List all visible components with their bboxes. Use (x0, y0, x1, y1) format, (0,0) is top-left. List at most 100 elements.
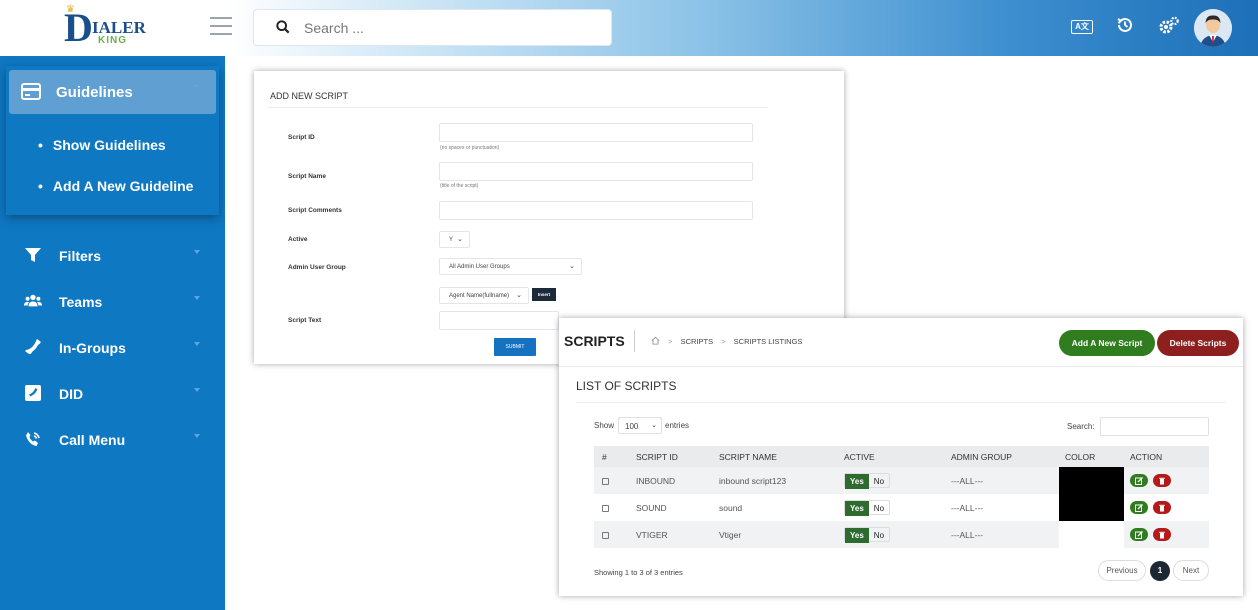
edit-icon[interactable] (1130, 474, 1148, 487)
table-info: Showing 1 to 3 of 3 entries (594, 568, 683, 577)
history-icon[interactable] (1115, 14, 1135, 36)
chevron-up-icon: ⌃ (191, 84, 200, 95)
script-id-cell[interactable]: VTIGER (630, 521, 713, 548)
insert-button[interactable]: Insert (532, 288, 556, 301)
sidebar-item-teams[interactable]: Teams (0, 287, 225, 317)
search-bar[interactable] (253, 9, 612, 46)
admin-group-cell: ---ALL--- (945, 467, 1059, 494)
table-search-input[interactable] (1100, 417, 1209, 436)
chevron-down-icon (194, 434, 200, 438)
sidebar-item-filters[interactable]: Filters (0, 241, 225, 271)
chevron-down-icon: ⌄ (569, 263, 575, 270)
delete-icon[interactable] (1153, 474, 1172, 487)
script-id-field[interactable] (439, 123, 753, 142)
edit-icon[interactable] (1130, 528, 1148, 541)
script-name-cell: Vtiger (713, 521, 838, 548)
active-label: Active (288, 236, 308, 243)
row-checkbox[interactable] (602, 531, 609, 539)
credit-card-icon (21, 83, 41, 100)
user-avatar[interactable] (1194, 9, 1232, 47)
active-toggle[interactable]: Yes No (844, 500, 891, 516)
delete-scripts-button[interactable]: Delete Scripts (1157, 330, 1239, 356)
admin-group-cell: ---ALL--- (945, 521, 1059, 548)
chevron-down-icon: ⌄ (651, 422, 657, 429)
toggle-no[interactable]: No (869, 528, 889, 543)
settings-gears-icon[interactable] (1157, 14, 1181, 38)
script-name-cell: inbound script123 (713, 467, 838, 494)
sidebar-item-label: In-Groups (59, 340, 126, 356)
previous-page-button[interactable]: Previous (1098, 560, 1146, 581)
script-id-label: Script ID (288, 134, 315, 141)
show-label: Show (594, 421, 615, 430)
column-header[interactable]: SCRIPT ID (630, 446, 713, 467)
sidebar-item-guidelines[interactable]: Guidelines ⌃ (9, 70, 216, 114)
admin-group-select[interactable]: All Admin User Groups ⌄ (439, 258, 582, 275)
breadcrumb-item[interactable]: SCRIPTS LISTINGS (734, 337, 803, 346)
edit-icon[interactable] (1130, 501, 1148, 514)
next-page-button[interactable]: Next (1173, 560, 1209, 581)
table-row: INBOUND inbound script123 Yes No ---ALL--… (594, 467, 1209, 494)
submit-button[interactable]: SUBMIT (494, 338, 536, 356)
chevron-down-icon (194, 296, 200, 300)
sidebar-item-label: Guidelines (56, 84, 133, 101)
list-title: LIST OF SCRIPTS (576, 379, 677, 393)
row-checkbox[interactable] (602, 504, 609, 512)
toggle-yes[interactable]: Yes (845, 528, 869, 543)
active-toggle[interactable]: Yes No (844, 473, 891, 489)
toggle-yes[interactable]: Yes (845, 474, 869, 489)
column-header[interactable]: # (594, 446, 630, 467)
script-name-field[interactable] (439, 162, 753, 181)
language-icon[interactable]: A文 (1071, 20, 1093, 34)
divider (634, 330, 635, 352)
delete-icon[interactable] (1153, 528, 1172, 541)
phone-icon (25, 339, 41, 355)
dialer-king-logo[interactable]: ♛ D IALER KING (64, 4, 154, 50)
breadcrumb-separator: > (721, 337, 726, 346)
column-header[interactable]: COLOR (1059, 446, 1124, 467)
submenu-show-guidelines[interactable]: Show Guidelines (38, 137, 166, 153)
color-swatch (1059, 494, 1124, 521)
page-1-button[interactable]: 1 (1150, 561, 1170, 581)
admin-group-value: All Admin User Groups (449, 264, 510, 270)
active-select[interactable]: Y ⌄ (439, 231, 470, 248)
add-script-button[interactable]: Add A New Script (1059, 330, 1155, 356)
script-id-cell[interactable]: INBOUND (630, 467, 713, 494)
sidebar-item-label: Teams (59, 294, 103, 310)
script-comments-field[interactable] (439, 201, 753, 220)
toggle-yes[interactable]: Yes (845, 501, 869, 516)
active-toggle[interactable]: Yes No (844, 527, 891, 543)
column-header[interactable]: SCRIPT NAME (713, 446, 838, 467)
color-cell (1059, 521, 1124, 548)
home-icon[interactable] (651, 336, 660, 345)
sidebar-item-did[interactable]: DID (0, 379, 225, 409)
menu-toggle-icon[interactable] (210, 17, 232, 35)
toggle-no[interactable]: No (869, 501, 889, 516)
sidebar-item-call-menu[interactable]: Call Menu (0, 425, 225, 455)
column-header[interactable]: ADMIN GROUP (945, 446, 1059, 467)
entries-select[interactable]: 100 ⌄ (618, 417, 662, 434)
sidebar-item-in-groups[interactable]: In-Groups (0, 333, 225, 363)
agent-field-select[interactable]: Agent Name(fullname) ⌄ (439, 287, 529, 304)
script-text-field[interactable] (439, 311, 559, 330)
column-header[interactable]: ACTIVE (838, 446, 945, 467)
logo-letter: D (64, 5, 93, 50)
phone-ring-icon (26, 432, 40, 446)
color-swatch (1059, 467, 1124, 494)
search-icon (276, 20, 290, 34)
breadcrumb-item[interactable]: SCRIPTS (681, 337, 714, 346)
table-row: VTIGER Vtiger Yes No ---ALL--- (594, 521, 1209, 548)
filter-icon (25, 248, 41, 262)
submenu-add-guideline[interactable]: Add A New Guideline (38, 178, 194, 194)
script-id-cell[interactable]: SOUND (630, 494, 713, 521)
delete-icon[interactable] (1153, 501, 1172, 514)
script-comments-label: Script Comments (288, 207, 342, 214)
column-header[interactable]: ACTION (1124, 446, 1209, 467)
search-input[interactable] (304, 19, 594, 37)
row-checkbox[interactable] (602, 477, 609, 485)
chevron-down-icon: ⌄ (457, 236, 463, 243)
script-id-hint: (no spaces or punctuation) (440, 145, 500, 151)
form-title: ADD NEW SCRIPT (270, 91, 349, 101)
chevron-down-icon (194, 342, 200, 346)
toggle-no[interactable]: No (869, 474, 889, 489)
sidebar-item-label: Call Menu (59, 432, 126, 448)
